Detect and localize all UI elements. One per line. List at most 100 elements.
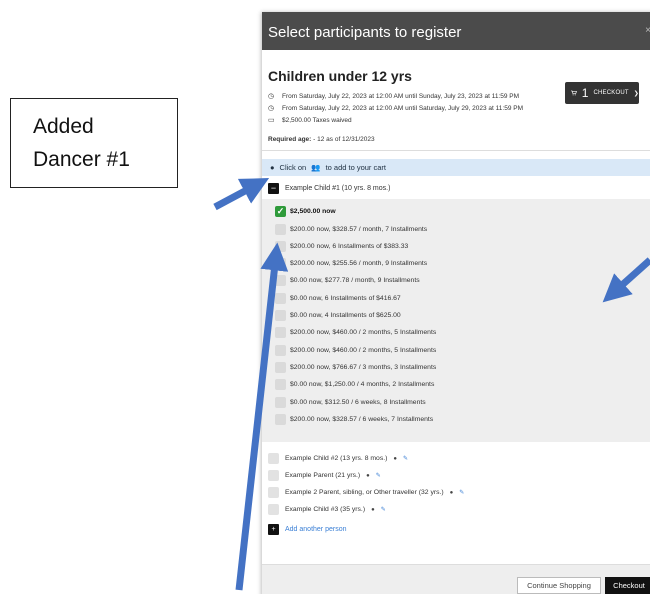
checkout-button[interactable]: Checkout	[605, 577, 650, 594]
checkbox[interactable]	[275, 396, 286, 408]
checkbox[interactable]	[275, 413, 286, 425]
payment-option-label: $2,500.00 now	[290, 208, 336, 216]
clock-icon: ◷	[268, 93, 275, 100]
info-icon[interactable]: ●	[366, 473, 370, 479]
payment-option-label: $200.00 now, $766.67 / 3 months, 3 Insta…	[290, 363, 437, 371]
child1-label: Example Child #1 (10 yrs. 8 mos.)	[285, 185, 391, 193]
callout-line-2: Dancer #1	[33, 147, 130, 171]
payment-option[interactable]: $200.00 now, $460.00 / 2 months, 5 Insta…	[275, 324, 650, 341]
cart-checkout-button[interactable]: 1 CHECKOUT ❯	[565, 82, 639, 104]
payment-option[interactable]: $0.00 now, $312.50 / 6 weeks, 8 Installm…	[275, 393, 650, 410]
date-range-1-text: From Saturday, July 22, 2023 at 12:00 AM…	[282, 93, 520, 100]
checkbox[interactable]	[268, 504, 279, 515]
add-person-link[interactable]: + Add another person	[268, 521, 650, 538]
payment-option-label: $0.00 now, 4 Installments of $625.00	[290, 312, 401, 320]
payment-option[interactable]: $200.00 now, 6 Installments of $383.33	[275, 238, 650, 255]
payment-option[interactable]: $0.00 now, 6 Installments of $416.67	[275, 290, 650, 307]
child1-row[interactable]: − Example Child #1 (10 yrs. 8 mos.)	[268, 181, 650, 196]
close-icon[interactable]: ×	[645, 25, 650, 36]
date-range-2-text: From Saturday, July 22, 2023 at 12:00 AM…	[282, 105, 523, 113]
checkmark-icon[interactable]: ✓	[275, 206, 286, 218]
payment-option[interactable]: $200.00 now, $255.56 / month, 9 Installm…	[275, 255, 650, 272]
participant-row[interactable]: Example Parent (21 yrs.) ● ✎	[268, 467, 650, 484]
info-circle-icon: ●	[270, 163, 275, 173]
add-user-icon: +	[268, 524, 279, 535]
payment-option-label: $0.00 now, $277.78 / month, 9 Installmen…	[290, 277, 420, 285]
payment-option-label: $200.00 now, $460.00 / 2 months, 5 Insta…	[290, 329, 437, 337]
cart-count: 1	[581, 86, 589, 100]
info-icon[interactable]: ●	[450, 490, 454, 496]
add-person-label: Add another person	[285, 526, 347, 533]
payment-option[interactable]: $0.00 now, $277.78 / month, 9 Installmen…	[275, 272, 650, 289]
checkbox[interactable]	[275, 292, 286, 304]
price-line-text: $2,500.00 Taxes waived	[282, 117, 352, 125]
cart-checkout-label: CHECKOUT	[593, 90, 629, 96]
modal-title: Select participants to register	[268, 24, 462, 41]
add-user-icon: 👥	[311, 163, 321, 173]
modal-footer: Continue Shopping Checkout	[262, 564, 650, 594]
continue-shopping-button[interactable]: Continue Shopping	[517, 577, 601, 594]
participant-list: Example Child #2 (13 yrs. 8 mos.) ● ✎ Examp…	[268, 450, 650, 518]
modal-body: Children under 12 yrs 1 CHECKOUT ❯ ◷ Fro…	[262, 68, 650, 538]
payment-option[interactable]: $200.00 now, $328.57 / month, 7 Installm…	[275, 220, 650, 237]
checkbox[interactable]	[275, 379, 286, 391]
required-age: Required age: - 12 as of 12/31/2023	[268, 136, 650, 143]
clock-icon: ◷	[268, 105, 275, 113]
checkbox[interactable]	[275, 275, 286, 287]
checkbox[interactable]	[275, 327, 286, 339]
price-line: ▭ $2,500.00 Taxes waived	[268, 117, 650, 125]
hint-prefix: Click on	[279, 163, 307, 173]
participant-label: Example Child #3 (35 yrs.)	[285, 506, 366, 513]
participant-row[interactable]: Example Child #3 (35 yrs.) ● ✎	[268, 501, 650, 518]
required-age-label: Required age:	[268, 136, 312, 144]
modal-header: Select participants to register ×	[262, 12, 650, 50]
hint-bar: ● Click on 👥 to add to your cart	[262, 159, 650, 177]
payment-option[interactable]: $200.00 now, $766.67 / 3 months, 3 Insta…	[275, 359, 650, 376]
payment-option[interactable]: $0.00 now, $1,250.00 / 4 months, 2 Insta…	[275, 376, 650, 393]
info-icon[interactable]: ●	[393, 456, 397, 462]
required-age-value: - 12 as of 12/31/2023	[311, 136, 375, 144]
payment-option[interactable]: $200.00 now, $328.57 / 6 weeks, 7 Instal…	[275, 411, 650, 428]
participant-label: Example Child #2 (13 yrs. 8 mos.)	[285, 455, 388, 462]
checkbox[interactable]	[275, 240, 286, 252]
callout-line-1: Added	[33, 115, 94, 138]
payment-option-label: $200.00 now, $255.56 / month, 9 Installm…	[290, 260, 428, 268]
arrow-circle-icon: ❯	[633, 90, 639, 97]
participant-row[interactable]: Example 2 Parent, sibling, or Other trav…	[268, 484, 650, 501]
collapse-icon[interactable]: −	[268, 183, 279, 195]
checkbox[interactable]	[268, 453, 279, 464]
payment-option-label: $200.00 now, $328.57 / 6 weeks, 7 Instal…	[290, 415, 434, 423]
checkbox[interactable]	[268, 487, 279, 498]
payment-options: ✓ $2,500.00 now $200.00 now, $328.57 / mon…	[262, 199, 650, 442]
checkbox[interactable]	[275, 344, 286, 356]
payment-option-label: $0.00 now, 6 Installments of $416.67	[290, 294, 401, 302]
checkbox[interactable]	[275, 310, 286, 322]
register-modal: Select participants to register × Childr…	[262, 12, 650, 594]
checkbox[interactable]	[268, 470, 279, 481]
screenshot-stage: Added Dancer #1 Select participants to r…	[0, 0, 650, 594]
divider	[262, 150, 650, 152]
checkbox[interactable]	[275, 258, 286, 270]
payment-option-label: $200.00 now, $328.57 / month, 7 Installm…	[290, 225, 428, 233]
payment-option-label: $0.00 now, $312.50 / 6 weeks, 8 Installm…	[290, 398, 426, 406]
payment-option[interactable]: $0.00 now, 4 Installments of $625.00	[275, 307, 650, 324]
checkbox[interactable]	[275, 223, 286, 235]
payment-option[interactable]: $200.00 now, $460.00 / 2 months, 5 Insta…	[275, 342, 650, 359]
edit-icon[interactable]: ✎	[376, 472, 381, 479]
payment-option-label: $200.00 now, $460.00 / 2 months, 5 Insta…	[290, 346, 437, 354]
edit-icon[interactable]: ✎	[459, 489, 464, 496]
participant-label: Example Parent (21 yrs.)	[285, 472, 361, 479]
annotation-callout: Added Dancer #1	[10, 98, 178, 188]
edit-icon[interactable]: ✎	[381, 506, 386, 513]
hint-suffix: to add to your cart	[325, 163, 387, 173]
money-icon: ▭	[268, 117, 275, 125]
checkbox[interactable]	[275, 361, 286, 373]
edit-icon[interactable]: ✎	[403, 455, 408, 462]
cart-icon	[571, 90, 577, 96]
date-range-2: ◷ From Saturday, July 22, 2023 at 12:00 …	[268, 105, 650, 113]
payment-option-label: $200.00 now, 6 Installments of $383.33	[290, 242, 409, 250]
info-icon[interactable]: ●	[371, 507, 375, 513]
participant-row[interactable]: Example Child #2 (13 yrs. 8 mos.) ● ✎	[268, 450, 650, 467]
payment-option[interactable]: ✓ $2,500.00 now	[275, 203, 650, 220]
arrow-to-child1	[213, 178, 270, 211]
